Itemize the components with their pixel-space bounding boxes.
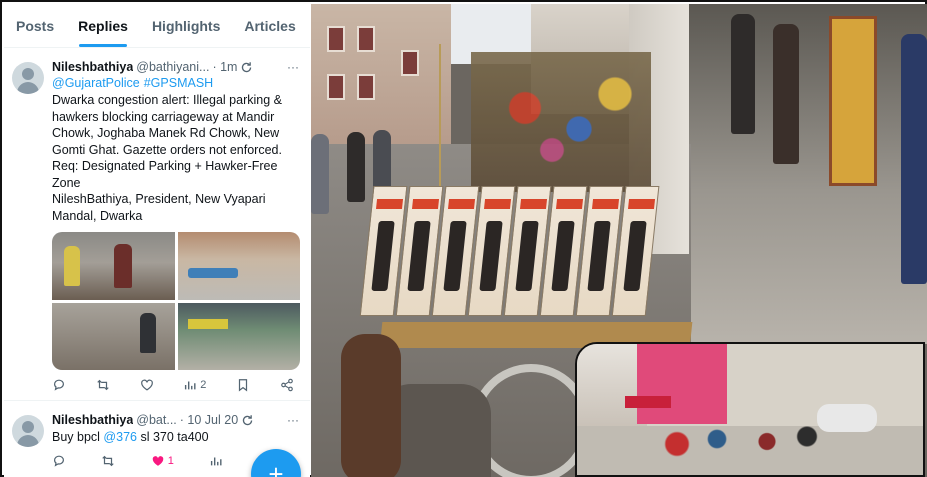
tweet-time[interactable]: · 1m — [212, 60, 237, 74]
mention-link[interactable]: @376 — [103, 430, 137, 444]
tab-articles[interactable]: Articles — [232, 4, 307, 47]
tweet-header: Nileshbathiya @bat... · 10 Jul 20 ··· — [52, 413, 300, 427]
mention-link[interactable]: @GujaratPolice — [52, 76, 140, 90]
tweet-header: Nileshbathiya @bathiyani... · 1m ··· — [52, 60, 300, 74]
retweet-icon — [97, 379, 109, 391]
bookmark-icon — [239, 379, 248, 392]
author-handle[interactable]: @bat... — [136, 413, 177, 427]
tweet-text-prefix: Buy bpcl — [52, 430, 104, 444]
media-photo[interactable] — [177, 302, 300, 370]
tab-highlights[interactable]: Highlights — [140, 4, 232, 47]
tweet-text: Buy bpcl @376 sl 370 ta400 — [52, 429, 300, 446]
reply-button[interactable] — [52, 454, 66, 468]
tab-replies[interactable]: Replies — [66, 4, 140, 47]
tweet-time[interactable]: · 10 Jul 20 — [180, 413, 238, 427]
more-options-icon[interactable]: ··· — [286, 60, 300, 74]
replies-feed: Posts Replies Highlights Articles Nilesh… — [4, 4, 310, 477]
reply-icon — [54, 379, 64, 391]
tweet-text: Dwarka congestion alert: Illegal parking… — [52, 93, 282, 223]
photo-signboard — [829, 16, 877, 186]
refresh-icon — [242, 414, 253, 425]
photo-person — [311, 134, 329, 214]
tweet[interactable]: Nileshbathiya @bathiyani... · 1m ··· @Gu… — [4, 48, 310, 401]
avatar[interactable] — [12, 62, 44, 94]
photo-street-right — [677, 4, 927, 344]
media-photo[interactable] — [52, 232, 175, 300]
views-count: 2 — [200, 379, 207, 391]
photo-person — [347, 132, 365, 202]
heart-icon — [152, 455, 164, 466]
photo-vendor-arm — [341, 334, 401, 477]
retweet-icon — [102, 455, 115, 466]
photo-cart-pole — [439, 44, 441, 194]
views-icon — [185, 381, 196, 390]
share-icon — [281, 378, 293, 392]
avatar[interactable] — [12, 415, 44, 447]
bookmark-button[interactable] — [236, 378, 250, 392]
more-options-icon[interactable]: ··· — [286, 413, 300, 427]
tweet-media-grid[interactable] — [52, 232, 300, 370]
author-handle[interactable]: @bathiyani... — [136, 60, 209, 74]
like-button[interactable]: 1 — [151, 454, 174, 468]
heart-icon — [140, 379, 153, 391]
hashtag-link[interactable]: #GPSMASH — [144, 76, 213, 90]
views-icon — [211, 457, 222, 465]
profile-tabs: Posts Replies Highlights Articles — [4, 4, 310, 48]
refresh-icon — [242, 61, 252, 72]
photo-person — [773, 24, 799, 164]
tweet-mentions: @GujaratPolice #GPSMASH — [52, 76, 300, 90]
photo-person — [901, 34, 927, 284]
tweet-text-suffix: sl 370 ta400 — [136, 430, 209, 444]
retweet-button[interactable] — [96, 378, 110, 392]
photo-person — [731, 14, 755, 134]
media-photo[interactable] — [52, 302, 175, 370]
author-name[interactable]: Nileshbathiya — [52, 413, 133, 427]
like-button[interactable] — [140, 378, 154, 392]
reply-button[interactable] — [52, 378, 66, 392]
tweet-actions: 2 — [52, 370, 300, 400]
reply-icon — [54, 455, 64, 467]
share-button[interactable] — [280, 378, 294, 392]
photo-toys — [471, 52, 651, 192]
views-button[interactable]: 2 — [183, 378, 206, 392]
like-count: 1 — [167, 454, 174, 467]
inset-photo — [575, 342, 925, 477]
media-photo[interactable] — [177, 232, 300, 300]
author-name[interactable]: Nileshbathiya — [52, 60, 133, 74]
retweet-button[interactable] — [101, 454, 115, 468]
tab-posts[interactable]: Posts — [4, 4, 66, 47]
views-button[interactable] — [209, 454, 223, 468]
street-photo — [311, 4, 927, 477]
screenshot-frame: Posts Replies Highlights Articles Nilesh… — [0, 0, 927, 477]
